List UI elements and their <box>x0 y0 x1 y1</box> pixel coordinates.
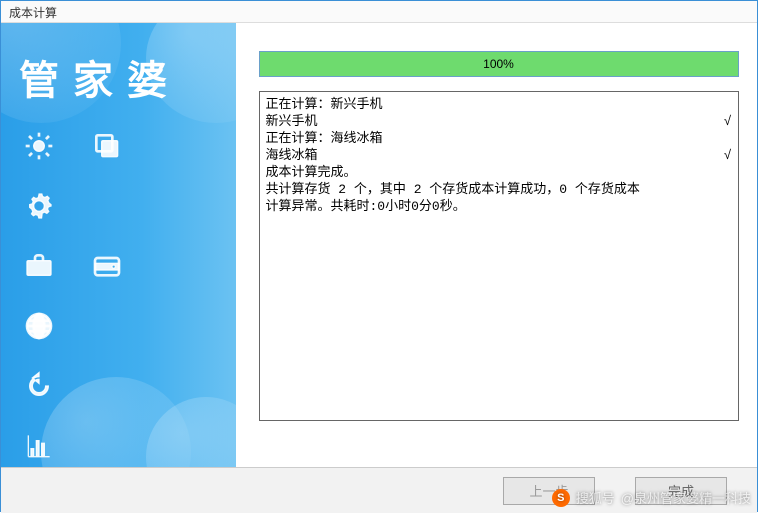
undo-icon <box>15 362 63 410</box>
placeholder-icon <box>151 362 199 410</box>
finish-button[interactable]: 完成 <box>635 477 727 505</box>
log-line: 共计算存货 2 个，其中 2 个存货成本计算成功，0 个存货成本 <box>266 181 732 198</box>
sidebar: 管家婆 <box>1 23 236 467</box>
footer-bar: 上一步 完成 <box>1 467 757 513</box>
placeholder-icon <box>83 302 131 350</box>
log-output[interactable]: 正在计算：新兴手机新兴手机√正在计算：海线冰箱海线冰箱√成本计算完成。共计算存货… <box>259 91 739 421</box>
sun-icon <box>15 122 63 170</box>
placeholder-icon <box>83 182 131 230</box>
prev-button[interactable]: 上一步 <box>503 477 595 505</box>
log-line: 海线冰箱√ <box>266 147 732 164</box>
window-title: 成本计算 <box>9 6 57 20</box>
placeholder-icon <box>83 362 131 410</box>
globe-icon <box>15 302 63 350</box>
briefcase-icon <box>15 242 63 290</box>
log-line: 新兴手机√ <box>266 113 732 130</box>
sidebar-icon-grid <box>1 116 236 467</box>
window-title-bar: 成本计算 <box>1 1 757 23</box>
placeholder-icon <box>151 182 199 230</box>
bar-chart-icon <box>15 422 63 467</box>
progress-label: 100% <box>260 52 738 76</box>
progress-bar: 100% <box>259 51 739 77</box>
placeholder-icon <box>151 122 199 170</box>
log-line: 计算异常。共耗时:0小时0分0秒。 <box>266 198 732 215</box>
brand-logo: 管家婆 <box>1 23 236 116</box>
gear-icon <box>15 182 63 230</box>
placeholder-icon <box>83 422 131 467</box>
stack-icon <box>83 122 131 170</box>
placeholder-icon <box>151 242 199 290</box>
placeholder-icon <box>151 302 199 350</box>
wallet-icon <box>83 242 131 290</box>
placeholder-icon <box>151 422 199 467</box>
main-area: 管家婆 100% <box>1 23 757 467</box>
log-line: 正在计算：新兴手机 <box>266 96 732 113</box>
log-line: 成本计算完成。 <box>266 164 732 181</box>
log-line: 正在计算：海线冰箱 <box>266 130 732 147</box>
content-panel: 100% 正在计算：新兴手机新兴手机√正在计算：海线冰箱海线冰箱√成本计算完成。… <box>236 23 757 467</box>
